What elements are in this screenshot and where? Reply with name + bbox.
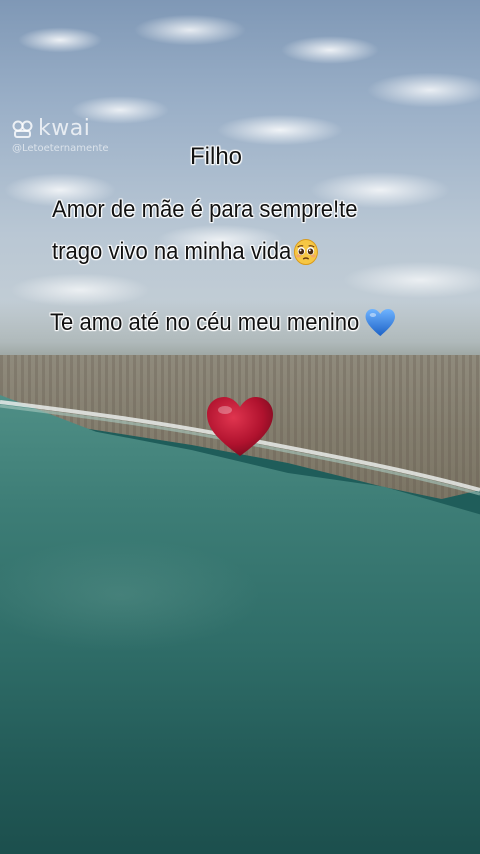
kwai-watermark: kwai @Letoeternamente: [12, 116, 109, 154]
kwai-logo: kwai: [12, 116, 109, 141]
message-line-3: Te amo até no céu meu menino: [50, 308, 396, 338]
message-line-3-text: Te amo até no céu meu menino: [50, 309, 360, 336]
message-line-1: Amor de mãe é para sempre!te: [52, 196, 358, 223]
video-frame[interactable]: kwai @Letoeternamente Filho Amor de mãe …: [0, 0, 480, 854]
red-heart-icon: [207, 397, 273, 456]
kwai-logo-icon: [12, 120, 33, 138]
blue-heart-icon: [365, 309, 396, 336]
watermark-handle: @Letoeternamente: [12, 143, 109, 154]
message-title: Filho: [190, 143, 243, 170]
kwai-logo-text: kwai: [38, 116, 91, 141]
message-line-2: trago vivo na minha vida: [52, 238, 319, 266]
pleading-face-icon: [294, 239, 319, 265]
message-line-2-text: trago vivo na minha vida: [52, 238, 292, 265]
